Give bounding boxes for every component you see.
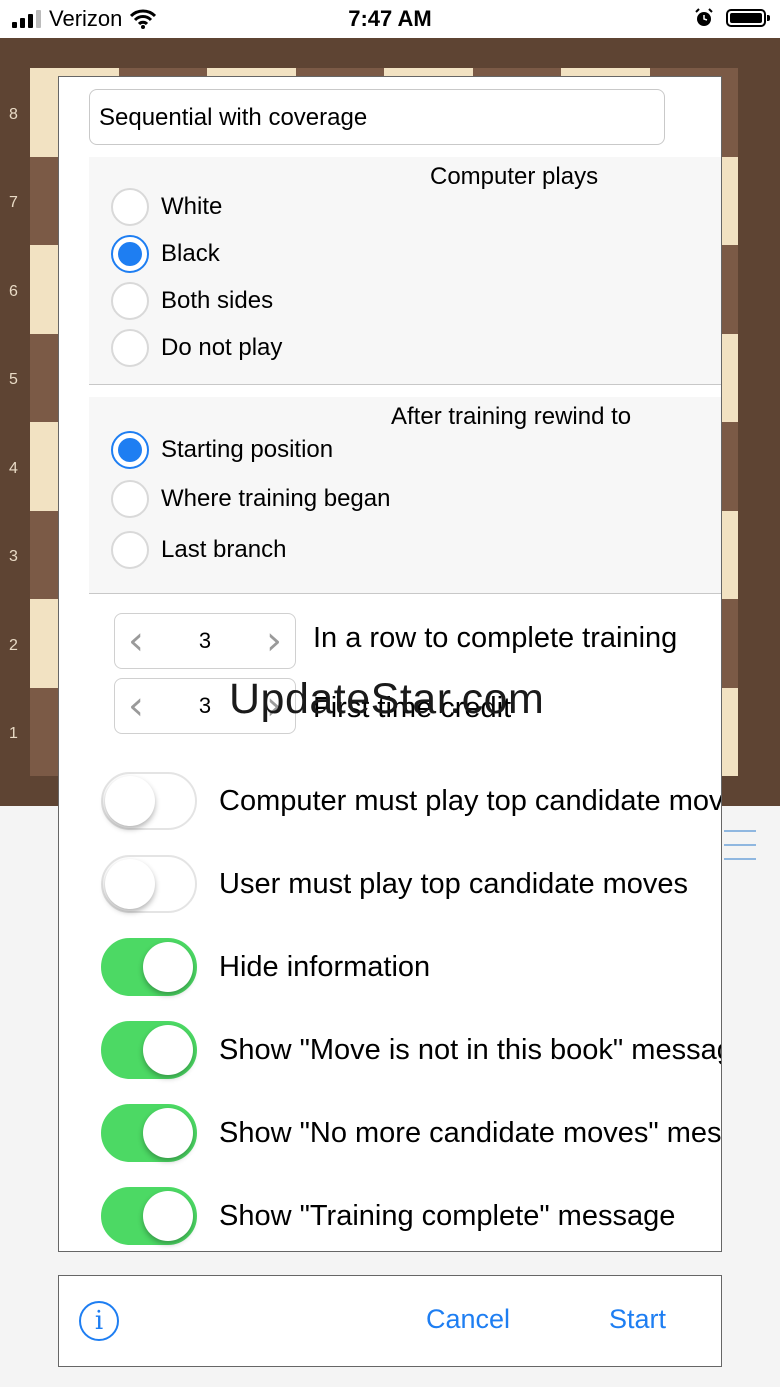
radio-label: Last branch <box>161 536 287 563</box>
radio-button[interactable] <box>111 188 149 226</box>
section-divider <box>89 384 721 385</box>
radio-do-not-play[interactable]: Do not play <box>111 326 282 370</box>
toggle-label: Show "Training complete" message <box>219 1199 676 1232</box>
start-button[interactable]: Start <box>609 1304 666 1335</box>
toggle-label: Show "Move is not in this book" message <box>219 1033 722 1066</box>
rank-label: 4 <box>9 460 18 477</box>
rank-label: 1 <box>9 725 18 742</box>
radio-black[interactable]: Black <box>111 232 220 276</box>
toggle-label: Show "No more candidate moves" message <box>219 1116 722 1149</box>
radio-label: Black <box>161 240 220 267</box>
rank-label: 7 <box>9 194 18 211</box>
watermark: UpdateStar.com <box>229 675 545 723</box>
radio-label: Where training began <box>161 485 391 512</box>
status-bar: Verizon 7:47 AM <box>0 0 780 38</box>
toggle-label: Computer must play top candidate moves <box>219 784 722 817</box>
radio-where-training-began[interactable]: Where training began <box>111 477 390 521</box>
toggle-switch[interactable] <box>101 1187 197 1245</box>
rank-label: 8 <box>9 106 18 123</box>
radio-starting-position[interactable]: Starting position <box>111 428 333 472</box>
chevron-left-icon[interactable]: ‹ <box>115 678 157 734</box>
stepper-value: 3 <box>198 628 212 653</box>
alarm-icon <box>695 8 713 26</box>
radio-button[interactable] <box>111 480 149 518</box>
radio-button[interactable] <box>111 329 149 367</box>
computer-plays-group: Computer plays White Black Both sides Do… <box>89 157 721 385</box>
status-right <box>694 8 770 28</box>
radio-label: Starting position <box>161 436 334 463</box>
toggle-row[interactable]: Show "Move is not in this book" message <box>101 1020 722 1080</box>
toggle-switch[interactable] <box>101 938 197 996</box>
toggle-switch[interactable] <box>101 772 197 830</box>
rank-label: 6 <box>9 283 18 300</box>
radio-label: Both sides <box>161 287 274 314</box>
info-icon[interactable]: i <box>79 1301 119 1341</box>
dialog-action-bar: i Cancel Start <box>58 1275 722 1367</box>
chevron-right-icon[interactable]: › <box>253 613 295 669</box>
stepper-value: 3 <box>198 693 212 718</box>
toggle-label: User must play top candidate moves <box>219 867 689 900</box>
radio-button[interactable] <box>111 531 149 569</box>
training-settings-dialog: Sequential with coverage Computer plays … <box>58 76 722 1252</box>
stepper-label: In a row to complete training <box>313 622 678 654</box>
section-divider <box>89 593 721 594</box>
cancel-button[interactable]: Cancel <box>426 1304 510 1335</box>
radio-white[interactable]: White <box>111 185 222 229</box>
toggle-row[interactable]: Show "No more candidate moves" message <box>101 1103 722 1163</box>
radio-label: White <box>161 193 223 220</box>
chevron-left-icon[interactable]: ‹ <box>115 613 157 669</box>
training-mode-select[interactable]: Sequential with coverage <box>89 89 665 145</box>
status-time: 7:47 AM <box>348 6 432 31</box>
toggle-row[interactable]: User must play top candidate moves <box>101 854 688 914</box>
computer-plays-title: Computer plays <box>430 163 599 190</box>
rank-label: 3 <box>9 548 18 565</box>
radio-button-checked[interactable] <box>111 431 149 469</box>
rewind-title: After training rewind to <box>391 403 632 430</box>
toggle-row[interactable]: Show "Training complete" message <box>101 1186 675 1246</box>
radio-button-checked[interactable] <box>111 235 149 273</box>
toggle-switch[interactable] <box>101 1104 197 1162</box>
toggle-row[interactable]: Hide information <box>101 937 430 997</box>
toggle-switch[interactable] <box>101 855 197 913</box>
battery-icon <box>726 9 770 27</box>
in-a-row-stepper[interactable]: ‹ 3 › <box>114 613 296 669</box>
toggle-switch[interactable] <box>101 1021 197 1079</box>
radio-both-sides[interactable]: Both sides <box>111 279 273 323</box>
radio-label: Do not play <box>161 334 283 361</box>
toggle-label: Hide information <box>219 950 431 983</box>
radio-button[interactable] <box>111 282 149 320</box>
rank-label: 2 <box>9 637 18 654</box>
rank-label: 5 <box>9 371 18 388</box>
toggle-row[interactable]: Computer must play top candidate moves <box>101 771 722 831</box>
radio-last-branch[interactable]: Last branch <box>111 528 286 572</box>
menu-icon <box>724 830 756 872</box>
rewind-group: After training rewind to Starting positi… <box>89 397 721 593</box>
